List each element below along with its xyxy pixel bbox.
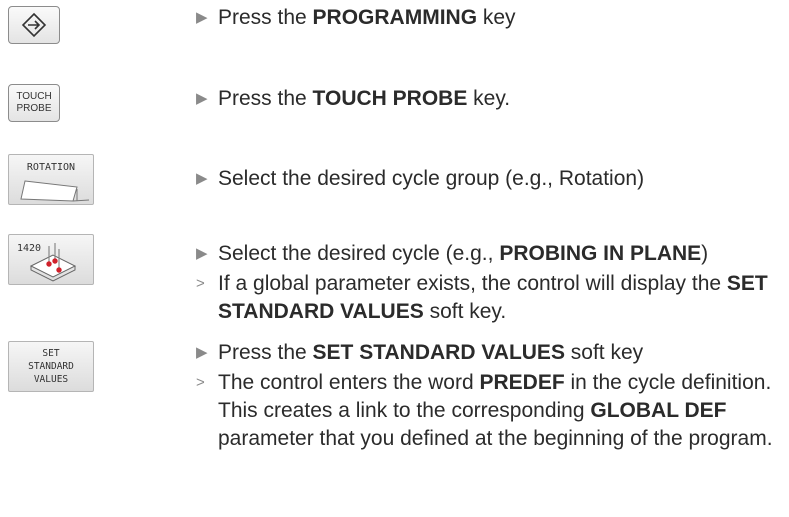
step-text-pre: Press the: [218, 6, 313, 29]
step-text: Press the SET STANDARD VALUES soft key: [218, 339, 785, 367]
step-marker: ▶: [196, 344, 208, 361]
step-set-standard: ▶ Press the SET STANDARD VALUES soft key: [196, 339, 785, 367]
step-text-pre: Press the: [218, 341, 313, 364]
result-text-bold: PREDEF: [479, 371, 565, 394]
step-marker: ▶: [196, 9, 208, 26]
touch-probe-key[interactable]: TOUCH PROBE: [8, 84, 60, 122]
step-text-pre: Select the desired cycle (e.g.,: [218, 242, 500, 265]
result-global-parameter: > If a global parameter exists, the cont…: [196, 270, 785, 326]
programming-key[interactable]: [8, 6, 60, 44]
step-text-bold: PROBING IN PLANE: [499, 242, 702, 265]
step-select-cycle: ▶ Select the desired cycle (e.g., PROBIN…: [196, 240, 785, 268]
step-text-pre: Press the: [218, 87, 313, 110]
step-text-bold: TOUCH PROBE: [312, 87, 468, 110]
result-text-post2: parameter that you defined at the beginn…: [218, 427, 773, 450]
probing-in-plane-softkey[interactable]: 1420: [8, 234, 94, 285]
step-cycle-group: ▶ Select the desired cycle group (e.g., …: [196, 165, 785, 193]
result-marker: >: [196, 275, 205, 292]
step-text-bold: PROGRAMMING: [312, 6, 478, 29]
step-marker: ▶: [196, 90, 208, 107]
set-standard-line2: STANDARD: [28, 361, 74, 372]
touch-probe-key-line2: PROBE: [16, 103, 52, 114]
step-programming: ▶ Press the PROGRAMMING key: [196, 4, 785, 32]
step-text: Select the desired cycle group (e.g., Ro…: [218, 165, 785, 193]
result-text: The control enters the word PREDEF in th…: [218, 369, 785, 453]
result-predef: > The control enters the word PREDEF in …: [196, 369, 785, 453]
probing-in-plane-icon: [29, 243, 77, 282]
step-text: Select the desired cycle (e.g., PROBING …: [218, 240, 785, 268]
set-standard-values-softkey[interactable]: SET STANDARD VALUES: [8, 341, 94, 392]
programming-arrow-icon: [21, 12, 47, 38]
step-text-post: key.: [467, 87, 511, 110]
step-marker: ▶: [196, 245, 208, 262]
step-text-post: ): [701, 242, 709, 265]
result-text-bold2: GLOBAL DEF: [590, 399, 727, 422]
result-text: If a global parameter exists, the contro…: [218, 270, 785, 326]
step-text-pre: Select the desired cycle group (e.g., Ro…: [218, 167, 645, 190]
step-text: Press the PROGRAMMING key: [218, 4, 785, 32]
result-text-pre: If a global parameter exists, the contro…: [218, 272, 727, 295]
step-text-bold: SET STANDARD VALUES: [312, 341, 565, 364]
rotation-softkey[interactable]: ROTATION: [8, 154, 94, 205]
step-text-post: key: [477, 6, 516, 29]
set-standard-line1: SET: [42, 348, 60, 359]
result-text-pre: The control enters the word: [218, 371, 480, 394]
result-text-post: soft key.: [423, 300, 507, 323]
step-text: Press the TOUCH PROBE key.: [218, 85, 785, 113]
touch-probe-key-line1: TOUCH: [16, 91, 52, 102]
set-standard-line3: VALUES: [33, 374, 69, 385]
step-touch-probe: ▶ Press the TOUCH PROBE key.: [196, 85, 785, 113]
step-marker: ▶: [196, 170, 208, 187]
rotated-plane-icon: [20, 180, 90, 202]
result-marker: >: [196, 374, 205, 391]
step-text-post: soft key: [564, 341, 644, 364]
